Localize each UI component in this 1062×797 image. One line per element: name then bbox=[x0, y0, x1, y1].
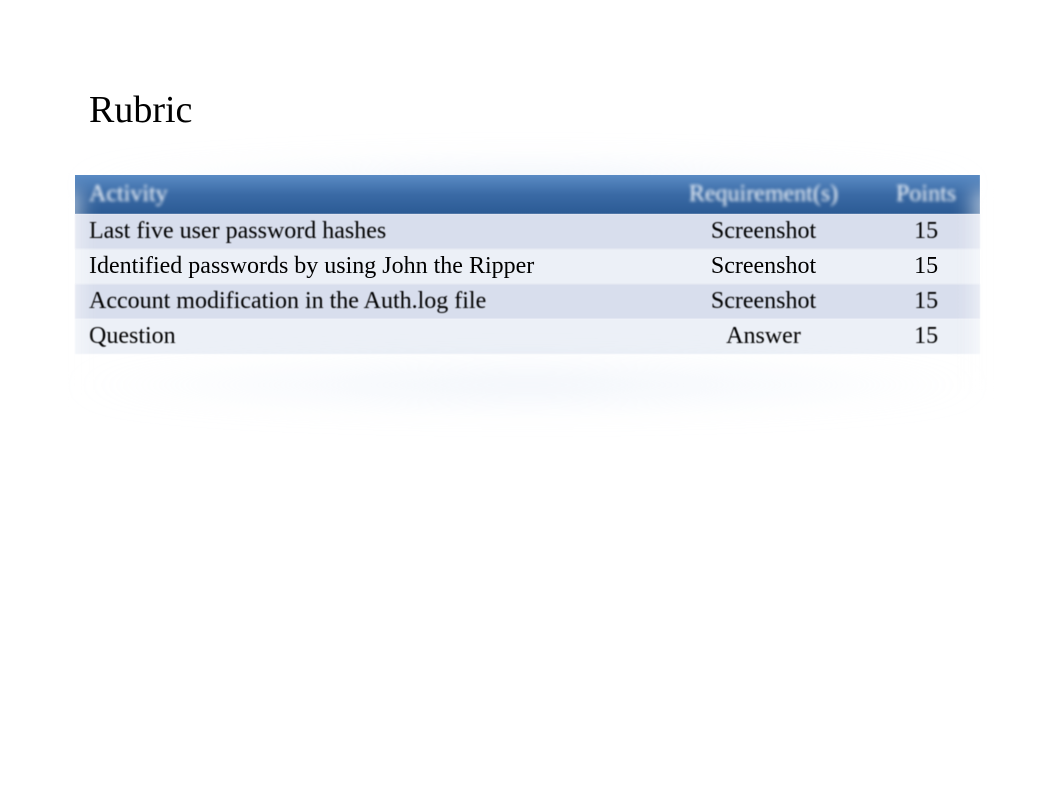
table-row: Last five user password hashes Screensho… bbox=[75, 214, 980, 249]
header-points: Points bbox=[872, 175, 980, 214]
cell-activity: Identified passwords by using John the R… bbox=[75, 249, 655, 284]
cell-activity: Question bbox=[75, 319, 655, 354]
header-activity: Activity bbox=[75, 175, 655, 214]
cell-requirement: Screenshot bbox=[655, 249, 872, 284]
header-requirement: Requirement(s) bbox=[655, 175, 872, 214]
cell-requirement: Answer bbox=[655, 319, 872, 354]
cell-activity: Account modification in the Auth.log fil… bbox=[75, 284, 655, 319]
table-row: Identified passwords by using John the R… bbox=[75, 249, 980, 284]
rubric-table: Activity Requirement(s) Points Last five… bbox=[75, 175, 980, 354]
cell-points: 15 bbox=[872, 214, 980, 249]
table-row: Account modification in the Auth.log fil… bbox=[75, 284, 980, 319]
cell-activity: Last five user password hashes bbox=[75, 214, 655, 249]
cell-points: 15 bbox=[872, 284, 980, 319]
page-title: Rubric bbox=[89, 88, 192, 132]
table-row: Question Answer 15 bbox=[75, 319, 980, 354]
cell-requirement: Screenshot bbox=[655, 284, 872, 319]
rubric-table-wrapper: Activity Requirement(s) Points Last five… bbox=[75, 175, 980, 354]
blur-decoration-bottom bbox=[60, 360, 995, 410]
cell-requirement: Screenshot bbox=[655, 214, 872, 249]
cell-points: 15 bbox=[872, 319, 980, 354]
table-header-row: Activity Requirement(s) Points bbox=[75, 175, 980, 214]
cell-points: 15 bbox=[872, 249, 980, 284]
